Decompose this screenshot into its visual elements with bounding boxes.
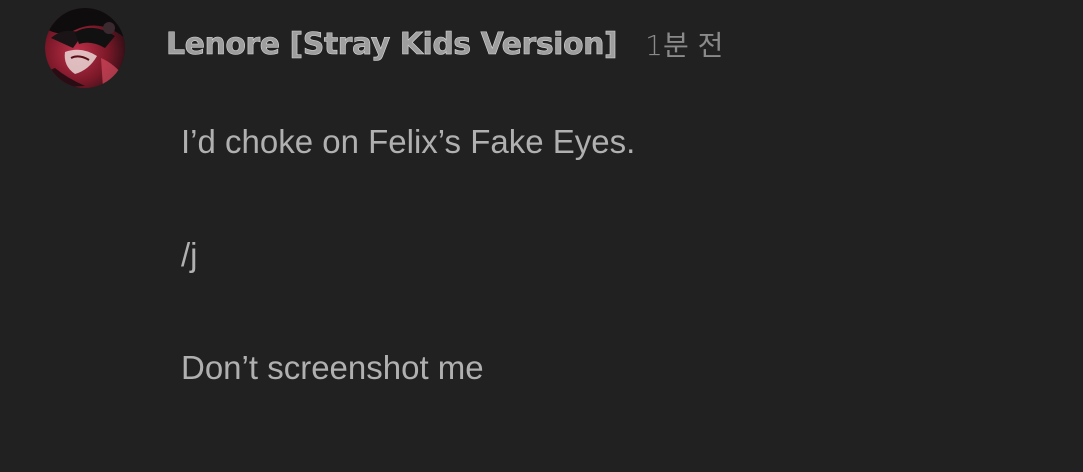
comment-text-line: I’d choke on Felix’s Fake Eyes. xyxy=(181,123,636,160)
user-avatar-icon[interactable] xyxy=(45,8,125,88)
avatar-image xyxy=(45,8,125,88)
comment-timestamp[interactable]: 1분 전 xyxy=(645,24,723,64)
comment-text-line: /j xyxy=(181,236,198,273)
author-name[interactable]: Lenore [Stray Kids Version] xyxy=(166,26,618,62)
comment-text-line: Don’t screenshot me xyxy=(181,349,484,386)
comment-item: Lenore [Stray Kids Version] 1분 전 I’d cho… xyxy=(0,0,1083,472)
comment-header: Lenore [Stray Kids Version] 1분 전 xyxy=(166,22,724,66)
